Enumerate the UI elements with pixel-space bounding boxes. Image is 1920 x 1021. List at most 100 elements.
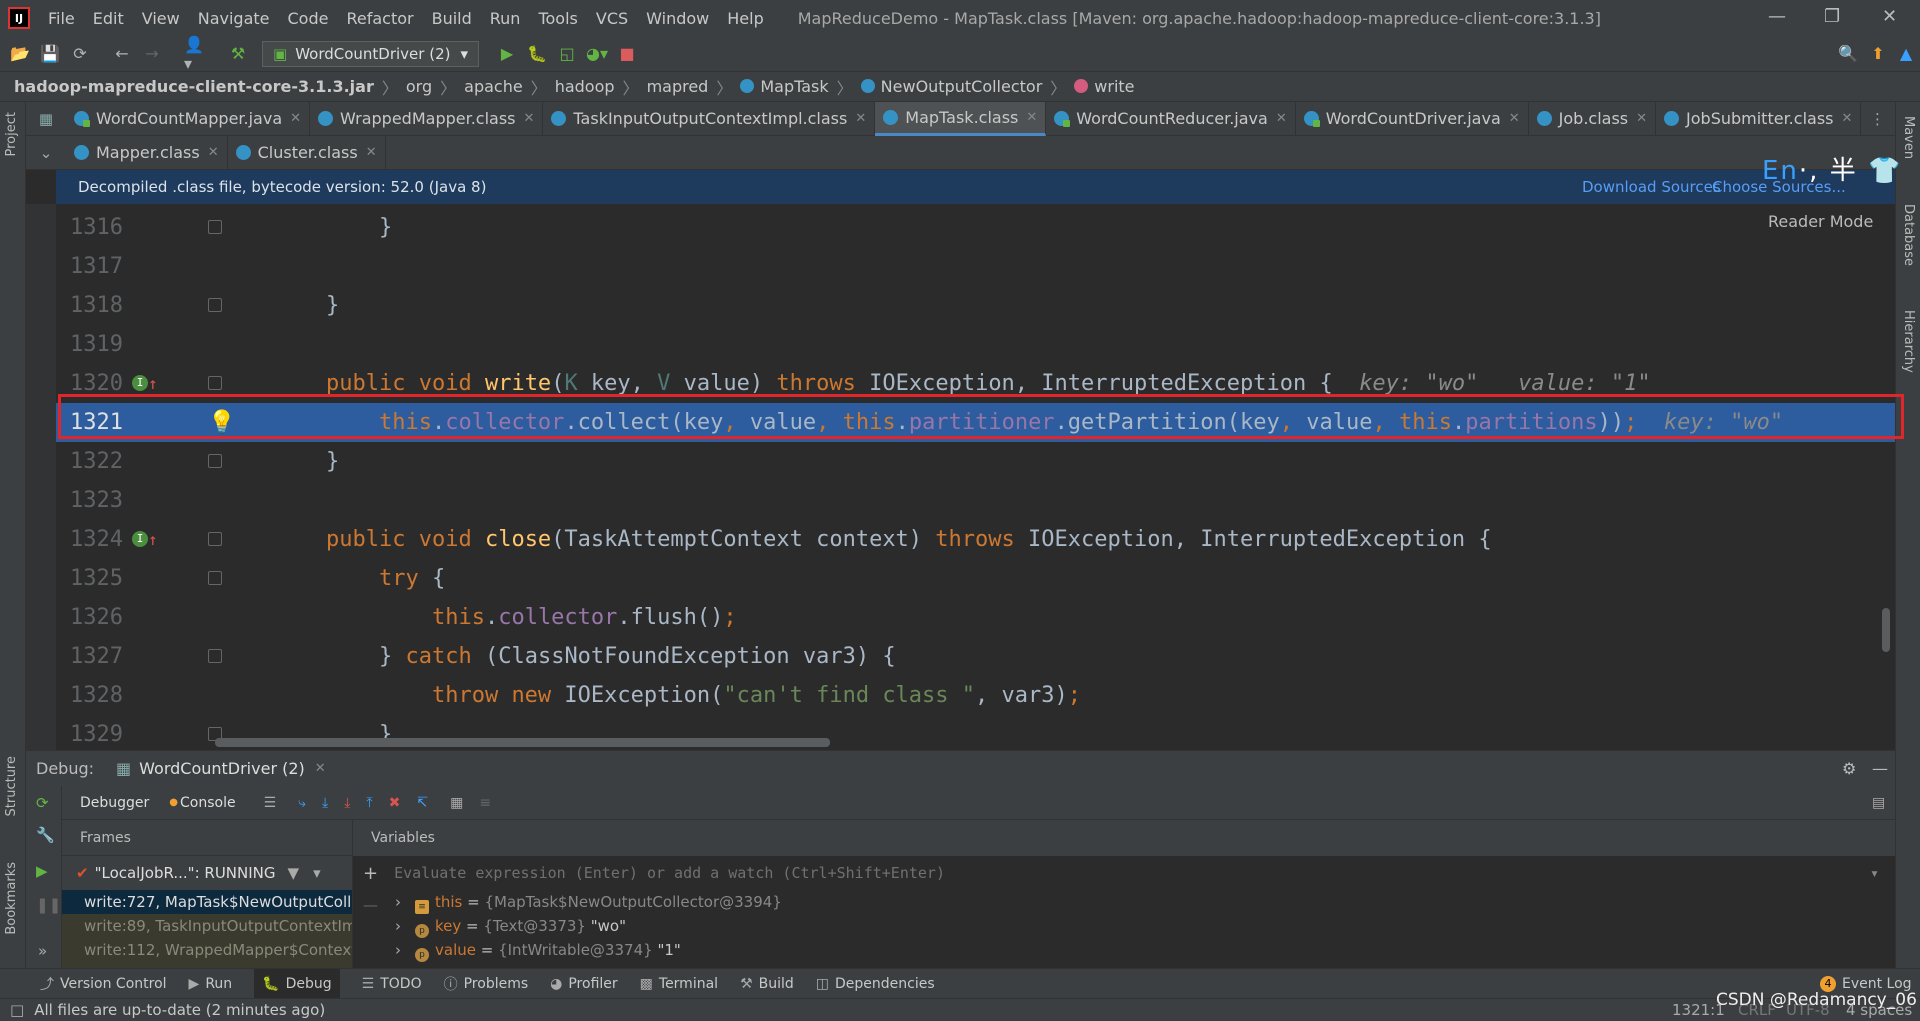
sync-icon[interactable]: ⟳ <box>70 44 90 64</box>
debug-session-tab[interactable]: WordCountDriver (2) <box>139 759 305 778</box>
reader-mode-button[interactable]: Reader Mode <box>1768 212 1873 231</box>
editor-layout-icon[interactable]: ▦ <box>26 110 66 128</box>
stack-frame[interactable]: write:89, TaskInputOutputContextImp <box>62 914 352 938</box>
close-tab-icon[interactable]: ✕ <box>1636 111 1647 126</box>
tab-console[interactable]: Console <box>180 795 236 811</box>
tab-wordcountmapper[interactable]: WordCountMapper.java ✕ <box>66 101 311 136</box>
close-tab-icon[interactable]: ✕ <box>1509 111 1520 126</box>
variable-row-this[interactable]: › ≡ this = {MapTask$NewOutputCollector@339… <box>395 890 782 914</box>
save-all-icon[interactable]: 💾 <box>40 44 60 64</box>
tab-wordcountreducer[interactable]: WordCountReducer.java ✕ <box>1046 101 1296 136</box>
tab-wordcountdriver[interactable]: WordCountDriver.java ✕ <box>1296 101 1529 136</box>
close-icon[interactable]: ✕ <box>1882 6 1897 27</box>
user-icon[interactable]: 👤▾ <box>184 35 204 73</box>
code-editor[interactable]: 1316 } 1317 1318} 1319 1320 I ↑ public void… <box>56 204 1895 750</box>
run-configuration-select[interactable]: ▣ WordCountDriver (2) ▾ <box>262 40 479 67</box>
step-out-icon[interactable]: ⤒ <box>366 795 372 811</box>
structure-tool-button[interactable]: Structure <box>4 756 19 816</box>
close-tab-icon[interactable]: ✕ <box>290 111 301 126</box>
force-step-into-icon[interactable]: ⤓ <box>344 795 350 811</box>
close-tab-icon[interactable]: ✕ <box>1276 111 1287 126</box>
update-icon[interactable]: ⬆ <box>1868 44 1888 64</box>
open-folder-icon[interactable]: 📂 <box>10 44 30 64</box>
search-icon[interactable]: 🔍 <box>1838 44 1858 64</box>
menu-edit[interactable]: Edit <box>93 9 124 28</box>
menu-navigate[interactable]: Navigate <box>198 9 270 28</box>
evaluate-expression-icon[interactable]: ▦ <box>450 795 463 811</box>
run-tool-button[interactable]: ▶ Run <box>189 976 233 992</box>
crumb-mapred[interactable]: mapred <box>647 77 709 96</box>
remove-watch-icon[interactable]: — <box>363 896 378 914</box>
add-watch-icon[interactable]: + <box>363 863 378 884</box>
fold-icon[interactable] <box>208 220 222 234</box>
crumb-maptask[interactable]: MapTask <box>740 77 829 96</box>
terminal-tool-button[interactable]: ▩ Terminal <box>640 976 718 992</box>
expand-icon[interactable]: › <box>395 893 401 911</box>
close-tab-icon[interactable]: ✕ <box>208 145 219 160</box>
tab-maptask[interactable]: MapTask.class ✕ <box>875 101 1047 136</box>
layout-menu-icon[interactable]: ☰ <box>264 795 277 811</box>
fold-icon[interactable] <box>208 454 222 468</box>
fold-icon[interactable] <box>208 376 222 390</box>
crumb-org[interactable]: org <box>406 77 432 96</box>
override-arrow-icon[interactable]: ↑ <box>148 520 158 559</box>
trace-icon[interactable]: ≡ <box>479 795 491 811</box>
chevron-down-icon[interactable]: ▾ <box>1870 864 1879 882</box>
vertical-scrollbar[interactable] <box>1882 608 1890 652</box>
close-tab-icon[interactable]: ✕ <box>1841 111 1852 126</box>
debug-tool-button[interactable]: 🐛 Debug <box>254 968 340 999</box>
menu-build[interactable]: Build <box>432 9 472 28</box>
variable-row-key[interactable]: › p key = {Text@3373} "wo" <box>395 914 626 938</box>
expand-icon[interactable]: › <box>395 917 401 935</box>
todo-tool-button[interactable]: ☰ TODO <box>362 976 422 992</box>
bookmarks-tool-button[interactable]: Bookmarks <box>4 862 19 935</box>
menu-code[interactable]: Code <box>288 9 329 28</box>
menu-tools[interactable]: Tools <box>538 9 577 28</box>
project-tool-button[interactable]: Project <box>4 112 19 156</box>
filter-icon[interactable]: ▼ <box>288 864 300 882</box>
drop-frame-icon[interactable]: ✖ <box>389 795 401 811</box>
run-icon[interactable]: ▶ <box>497 44 517 64</box>
maven-tool-button[interactable]: Maven <box>1901 116 1916 159</box>
profile-icon[interactable]: ◕▾ <box>586 44 608 64</box>
plugin-icon[interactable]: ▲ <box>1896 44 1916 64</box>
implements-icon[interactable]: I <box>132 531 148 547</box>
close-tab-icon[interactable]: ✕ <box>1026 110 1037 125</box>
tab-wrappedmapper[interactable]: WrappedMapper.class ✕ <box>310 101 544 136</box>
chevron-down-icon[interactable]: ▾ <box>313 864 321 882</box>
build-hammer-icon[interactable]: ⚒ <box>228 44 248 64</box>
tab-job[interactable]: Job.class ✕ <box>1529 101 1657 136</box>
tab-mapper[interactable]: Mapper.class ✕ <box>66 135 228 170</box>
profiler-tool-button[interactable]: ◕ Profiler <box>550 976 618 992</box>
status-square-icon[interactable]: □ <box>10 1001 24 1019</box>
crumb-newoutputcollector[interactable]: NewOutputCollector <box>860 77 1042 96</box>
stop-icon[interactable]: ■ <box>617 44 637 64</box>
close-tab-icon[interactable]: ✕ <box>366 145 377 160</box>
close-tab-icon[interactable]: ✕ <box>524 111 535 126</box>
debug-icon[interactable]: 🐛 <box>527 44 547 64</box>
forward-icon[interactable]: → <box>142 44 162 64</box>
crumb-apache[interactable]: apache <box>464 77 523 96</box>
intellij-logo-icon[interactable]: IJ <box>8 7 30 29</box>
crumb-write[interactable]: write <box>1074 77 1135 96</box>
menu-run[interactable]: Run <box>490 9 521 28</box>
fold-icon[interactable] <box>208 532 222 546</box>
menu-window[interactable]: Window <box>646 9 709 28</box>
tab-debugger[interactable]: Debugger <box>80 795 149 811</box>
minimize-icon[interactable]: — <box>1768 6 1786 27</box>
implements-icon[interactable]: I <box>132 375 148 391</box>
settings-gear-icon[interactable]: ⚙ <box>1842 759 1856 778</box>
variable-row-value[interactable]: › p value = {IntWritable@3374} "1" <box>395 938 681 962</box>
hide-panel-icon[interactable]: — <box>1872 759 1888 778</box>
version-control-button[interactable]: ⤴ Version Control <box>40 974 167 994</box>
menu-file[interactable]: File <box>48 9 75 28</box>
download-sources-link[interactable]: Download Sources <box>1582 178 1721 196</box>
step-into-icon[interactable]: ⤓ <box>322 795 328 811</box>
tab-cluster[interactable]: Cluster.class ✕ <box>228 135 386 170</box>
menu-help[interactable]: Help <box>727 9 763 28</box>
run-to-cursor-icon[interactable]: ↸ <box>416 795 428 811</box>
pause-icon[interactable]: ❚❚ <box>36 896 61 914</box>
resume-icon[interactable]: ▶ <box>36 862 48 880</box>
stack-frame[interactable]: write:112, WrappedMapper$Context <box>62 938 352 968</box>
restore-icon[interactable]: ❐ <box>1824 6 1840 27</box>
